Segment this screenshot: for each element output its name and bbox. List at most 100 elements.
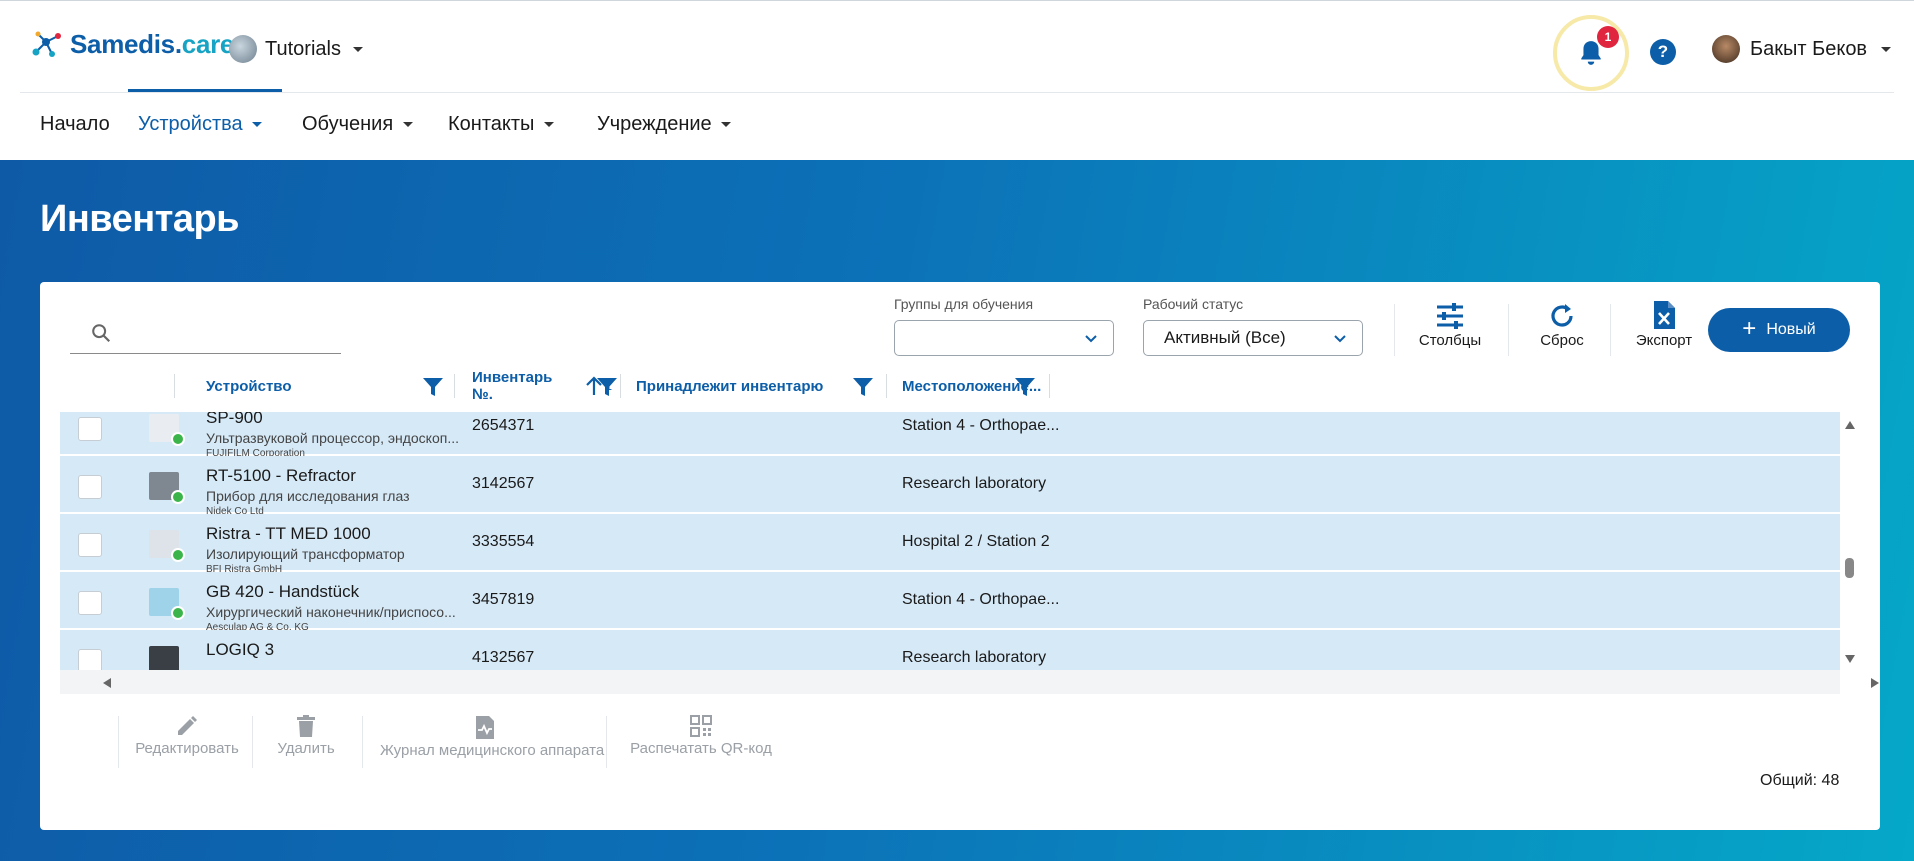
work-status-label: Рабочий статус bbox=[1143, 296, 1244, 312]
main-nav: Начало Устройства Обучения Контакты Учре… bbox=[20, 92, 1894, 160]
trash-icon bbox=[297, 715, 315, 737]
molecule-logo-icon bbox=[32, 31, 61, 57]
scroll-left-icon[interactable] bbox=[102, 677, 112, 689]
row-checkbox[interactable] bbox=[78, 475, 102, 499]
help-button[interactable]: ? bbox=[1650, 39, 1676, 65]
device-name[interactable]: GB 420 - Handstück bbox=[206, 582, 359, 602]
row-checkbox[interactable] bbox=[78, 417, 102, 441]
column-divider bbox=[454, 374, 455, 398]
sliders-icon bbox=[1437, 303, 1463, 329]
tenant-selector[interactable]: Tutorials bbox=[229, 35, 363, 63]
search-input[interactable] bbox=[126, 318, 326, 346]
tenant-name: Tutorials bbox=[265, 37, 341, 60]
device-thumbnail bbox=[149, 646, 179, 670]
status-dot bbox=[171, 432, 185, 446]
chevron-down-icon bbox=[252, 122, 263, 128]
row-checkbox[interactable] bbox=[78, 591, 102, 615]
scrollbar-thumb[interactable] bbox=[1845, 558, 1854, 578]
status-dot bbox=[171, 548, 185, 562]
user-name: Бакыт Беков bbox=[1750, 37, 1868, 60]
search-icon bbox=[92, 324, 111, 343]
device-name[interactable]: Ristra - TT MED 1000 bbox=[206, 524, 371, 544]
column-label: Принадлежит инвентарю bbox=[636, 377, 824, 395]
excel-export-icon bbox=[1654, 301, 1675, 329]
toolbar-divider bbox=[1394, 304, 1395, 356]
table-header: Устройство Инвентарь №. 1 Принадлежит ин… bbox=[60, 366, 1840, 406]
device-type: Ультразвуковой процессор, эндоскоп... bbox=[206, 430, 460, 446]
edit-button[interactable]: Редактировать bbox=[132, 714, 242, 757]
nav-item-label: Обучения bbox=[302, 113, 394, 135]
print-qr-label: Распечатать QR-код bbox=[630, 740, 772, 757]
device-log-button[interactable]: Журнал медицинского аппарата bbox=[380, 714, 604, 759]
nav-item-facility[interactable]: Учреждение bbox=[597, 113, 732, 136]
user-menu[interactable]: Бакыт Беков bbox=[1712, 35, 1892, 63]
chevron-down-icon bbox=[1085, 335, 1097, 343]
device-type: Хирургический наконечник/приспосо... bbox=[206, 604, 456, 620]
filter-icon[interactable] bbox=[422, 376, 444, 398]
reset-button[interactable]: Сброс bbox=[1530, 302, 1594, 349]
column-belongs-to[interactable]: Принадлежит инвентарю bbox=[636, 366, 880, 406]
chevron-down-icon bbox=[352, 46, 363, 52]
device-location: Station 4 - Orthopae... bbox=[902, 417, 1060, 434]
scroll-down-icon[interactable] bbox=[1844, 654, 1856, 664]
table-row[interactable]: RT-5100 - Refractor Прибор для исследова… bbox=[60, 456, 1840, 517]
filter-icon[interactable] bbox=[596, 376, 618, 398]
plus-icon: + bbox=[1742, 315, 1757, 342]
row-checkbox[interactable] bbox=[78, 649, 102, 670]
status-dot bbox=[171, 490, 185, 504]
filter-icon[interactable] bbox=[1014, 376, 1036, 398]
samedis-logo[interactable]: Samedis.care bbox=[30, 29, 234, 60]
work-status-select[interactable]: Активный (Все) bbox=[1143, 320, 1363, 356]
device-name[interactable]: SP-900 bbox=[206, 412, 263, 428]
row-checkbox[interactable] bbox=[78, 533, 102, 557]
table-row[interactable]: LOGIQ 3 4132567 Research laboratory bbox=[60, 630, 1840, 670]
action-divider bbox=[118, 716, 119, 768]
new-button[interactable]: + Новый bbox=[1708, 308, 1850, 352]
delete-label: Удалить bbox=[277, 740, 335, 757]
print-qr-button[interactable]: Распечатать QR-код bbox=[626, 714, 776, 757]
nav-item-contacts[interactable]: Контакты bbox=[448, 113, 554, 136]
avatar bbox=[1712, 35, 1740, 63]
notifications-button[interactable]: 1 bbox=[1553, 15, 1629, 91]
column-location[interactable]: Местоположение... bbox=[902, 366, 1052, 406]
nav-item-home[interactable]: Начало bbox=[40, 113, 110, 136]
scroll-up-icon[interactable] bbox=[1844, 420, 1856, 430]
device-location: Station 4 - Orthopae... bbox=[902, 591, 1060, 608]
device-name[interactable]: RT-5100 - Refractor bbox=[206, 466, 356, 486]
vertical-scrollbar[interactable] bbox=[1840, 412, 1860, 712]
action-divider bbox=[606, 716, 607, 768]
total-count: Общий: 48 bbox=[1760, 772, 1840, 789]
device-location: Research laboratory bbox=[902, 649, 1047, 666]
column-divider bbox=[886, 374, 887, 398]
brand-name: Samedis.care bbox=[70, 29, 235, 59]
table-row[interactable]: SP-900 Ультразвуковой процессор, эндоско… bbox=[60, 412, 1840, 459]
horizontal-scrollbar[interactable] bbox=[60, 670, 1879, 694]
search-field[interactable] bbox=[70, 310, 341, 354]
nav-item-devices[interactable]: Устройства bbox=[138, 113, 263, 136]
training-groups-label: Группы для обучения bbox=[894, 296, 1034, 312]
inventory-card: Группы для обучения Рабочий статус Актив… bbox=[40, 282, 1880, 830]
table-body[interactable]: SP-900 Ультразвуковой процессор, эндоско… bbox=[60, 412, 1840, 670]
scroll-right-icon[interactable] bbox=[1870, 677, 1880, 689]
chevron-down-icon bbox=[543, 122, 554, 128]
nav-item-label: Устройства bbox=[138, 113, 243, 135]
table-row[interactable]: GB 420 - Handstück Хирургический наконеч… bbox=[60, 572, 1840, 633]
action-divider bbox=[362, 716, 363, 768]
edit-label: Редактировать bbox=[135, 740, 239, 757]
nav-item-trainings[interactable]: Обучения bbox=[302, 113, 413, 136]
export-button[interactable]: Экспорт bbox=[1628, 300, 1700, 349]
filter-icon[interactable] bbox=[852, 376, 874, 398]
chevron-down-icon bbox=[721, 122, 732, 128]
columns-button[interactable]: Столбцы bbox=[1415, 302, 1485, 349]
qr-code-icon bbox=[690, 715, 712, 737]
column-device[interactable]: Устройство bbox=[206, 366, 444, 406]
chevron-down-icon bbox=[1334, 335, 1346, 343]
column-divider bbox=[620, 374, 621, 398]
table-row[interactable]: Ristra - TT MED 1000 Изолирующий трансфо… bbox=[60, 514, 1840, 575]
device-type: Изолирующий трансформатор bbox=[206, 546, 405, 562]
device-name[interactable]: LOGIQ 3 bbox=[206, 640, 274, 660]
column-inventory-no[interactable]: Инвентарь №. 1 bbox=[472, 366, 617, 406]
training-groups-select[interactable] bbox=[894, 320, 1114, 356]
delete-button[interactable]: Удалить bbox=[264, 714, 348, 757]
column-label: Инвентарь №. bbox=[472, 369, 553, 403]
